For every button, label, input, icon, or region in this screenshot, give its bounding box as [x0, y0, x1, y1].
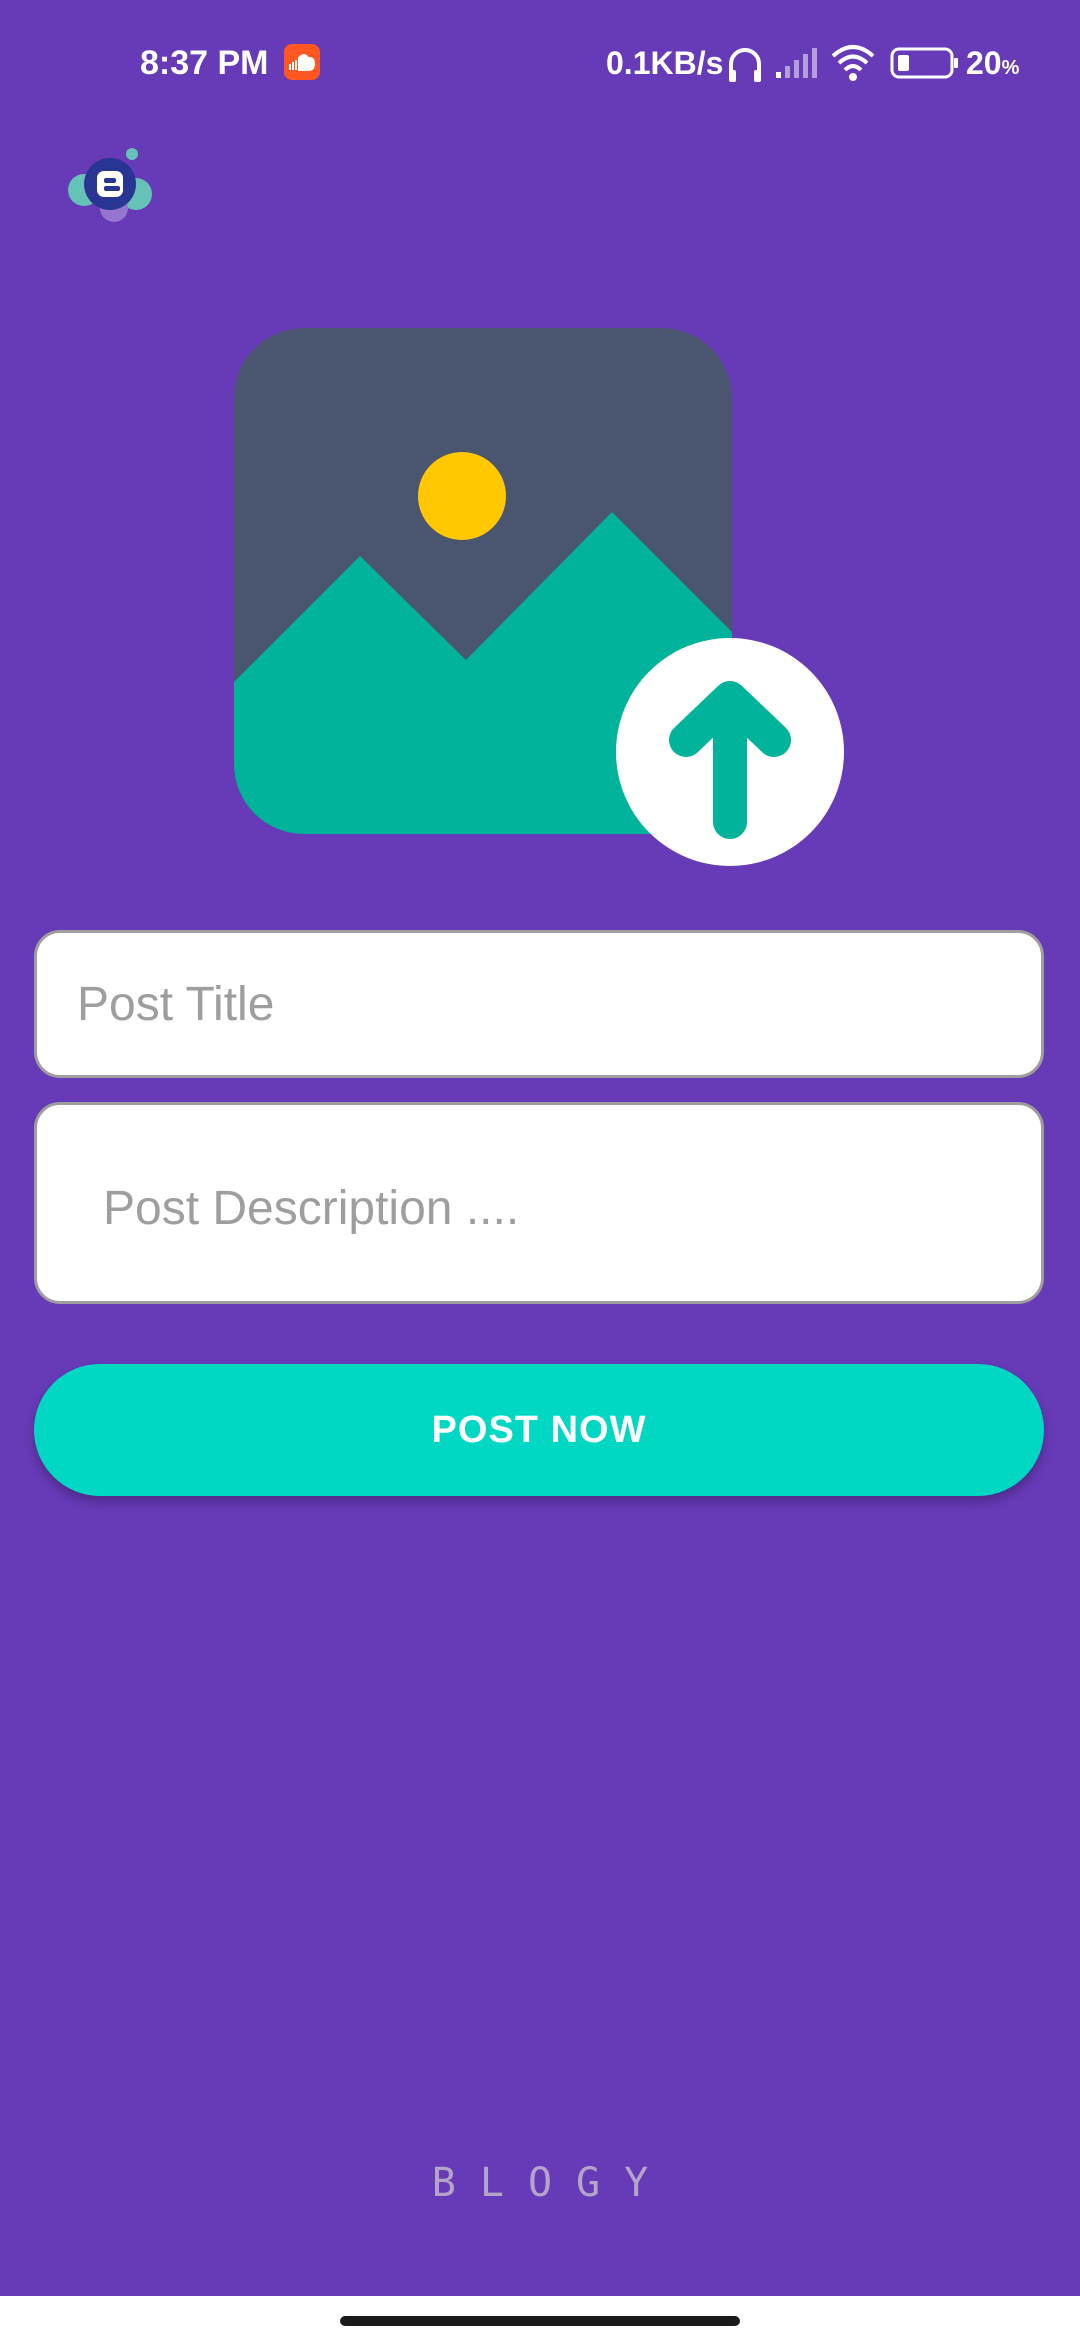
- brand-footer-text: BLOGY: [431, 2160, 673, 2206]
- home-indicator[interactable]: [340, 2316, 740, 2326]
- image-upload-button[interactable]: [234, 328, 846, 868]
- blogger-logo-icon: [66, 140, 156, 224]
- post-description-field: [34, 1102, 1044, 1304]
- post-title-input[interactable]: [37, 933, 1041, 1075]
- post-now-button[interactable]: POST NOW: [34, 1364, 1044, 1496]
- soundcloud-icon: [284, 44, 320, 80]
- signal-icon: [774, 46, 818, 85]
- network-speed: 0.1KB/s: [606, 45, 724, 81]
- headphones-icon: [726, 44, 764, 89]
- post-title-field: [34, 930, 1044, 1078]
- status-time: 8:37 PM: [140, 44, 269, 82]
- post-description-input[interactable]: [37, 1105, 1041, 1301]
- status-bar: 8:37 PM 0.1KB/s 20%: [0, 0, 1080, 126]
- battery-icon: [890, 46, 960, 85]
- battery-percent: 20%: [966, 45, 1020, 81]
- upload-arrow-icon: [616, 638, 844, 866]
- wifi-icon: [830, 44, 876, 87]
- navigation-bar: [0, 2296, 1080, 2340]
